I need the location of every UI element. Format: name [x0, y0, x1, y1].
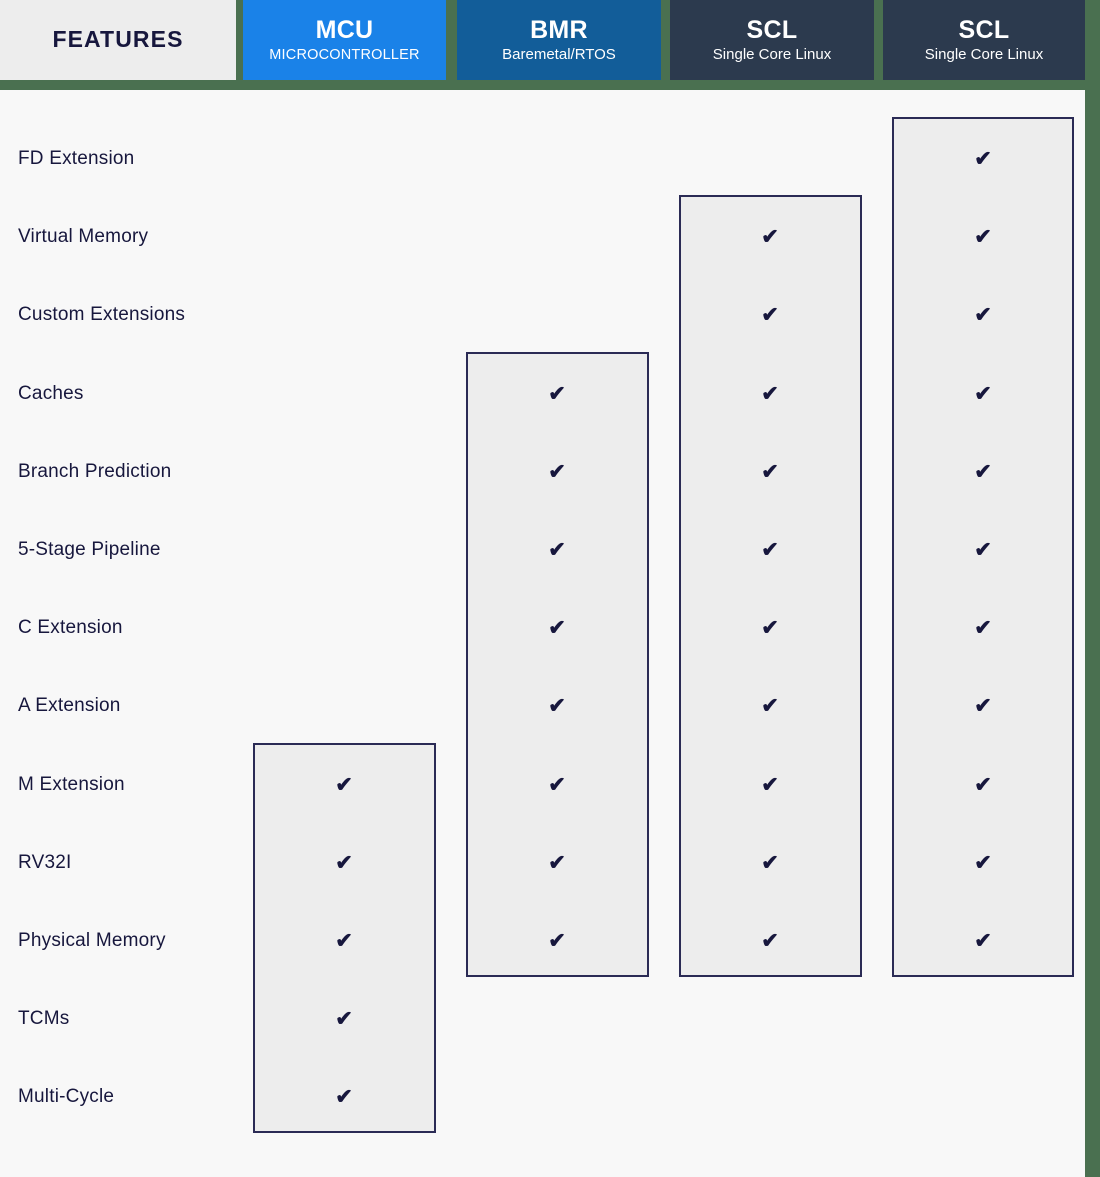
check-icon: ✔: [974, 538, 992, 562]
feature-label: FD Extension: [18, 148, 135, 169]
check-icon: ✔: [761, 929, 779, 953]
check-icon: ✔: [974, 382, 992, 406]
check-icon: ✔: [548, 382, 566, 406]
header-scl1-abbr: SCL: [746, 16, 798, 45]
check-icon: ✔: [974, 147, 992, 171]
check-icon: ✔: [335, 1007, 353, 1031]
check-icon: ✔: [761, 538, 779, 562]
header-bmr-subtitle: Baremetal/RTOS: [502, 46, 616, 64]
check-icon: ✔: [761, 382, 779, 406]
check-icon: ✔: [761, 773, 779, 797]
comparison-body: FD Extension Virtual Memory Custom Extensi…: [0, 90, 1085, 1177]
check-icon: ✔: [974, 225, 992, 249]
check-icon: ✔: [761, 303, 779, 327]
feature-label: Caches: [18, 382, 84, 404]
check-icon: ✔: [761, 460, 779, 484]
feature-label: Virtual Memory: [18, 226, 149, 248]
header-cell-bmr[interactable]: BMR Baremetal/RTOS: [457, 0, 661, 80]
header-mcu-subtitle: MICROCONTROLLER: [269, 47, 420, 64]
feature-label: C Extension: [18, 617, 123, 639]
comparison-table-page: FEATURES MCU MICROCONTROLLER BMR Baremet…: [0, 0, 1100, 1177]
header-cell-features: FEATURES: [0, 0, 236, 80]
check-icon: ✔: [974, 694, 992, 718]
check-icon: ✔: [335, 1085, 353, 1109]
header-scl2-abbr: SCL: [958, 16, 1010, 45]
header-mcu-abbr: MCU: [315, 16, 374, 45]
check-icon: ✔: [761, 694, 779, 718]
feature-label: TCMs: [18, 1008, 70, 1030]
check-icon: ✔: [974, 773, 992, 797]
header-bmr-abbr: BMR: [530, 16, 588, 45]
check-icon: ✔: [335, 929, 353, 953]
feature-label: 5-Stage Pipeline: [18, 539, 161, 560]
feature-label: M Extension: [18, 773, 125, 795]
check-icon: ✔: [548, 460, 566, 484]
feature-label: Custom Extensions: [18, 304, 186, 326]
feature-label: RV32I: [18, 851, 72, 873]
check-icon: ✔: [548, 773, 566, 797]
check-icon: ✔: [974, 616, 992, 640]
feature-label: A Extension: [18, 695, 121, 717]
check-icon: ✔: [548, 616, 566, 640]
check-icon: ✔: [548, 694, 566, 718]
capability-band-bmr: [466, 351, 649, 977]
features-title: FEATURES: [52, 26, 184, 53]
check-icon: ✔: [335, 773, 353, 797]
check-icon: ✔: [974, 929, 992, 953]
check-icon: ✔: [761, 616, 779, 640]
check-icon: ✔: [974, 303, 992, 327]
check-icon: ✔: [548, 851, 566, 875]
check-icon: ✔: [548, 538, 566, 562]
feature-label: Physical Memory: [18, 930, 166, 951]
table-header-row: FEATURES MCU MICROCONTROLLER BMR Baremet…: [0, 0, 1085, 80]
check-icon: ✔: [761, 225, 779, 249]
header-scl2-subtitle: Single Core Linux: [924, 46, 1044, 64]
check-icon: ✔: [548, 929, 566, 953]
check-icon: ✔: [974, 851, 992, 875]
header-scl1-subtitle: Single Core Linux: [712, 46, 832, 64]
header-cell-scl-2[interactable]: SCL Single Core Linux: [883, 0, 1085, 80]
check-icon: ✔: [974, 460, 992, 484]
header-cell-scl-1[interactable]: SCL Single Core Linux: [670, 0, 874, 80]
feature-label: Branch Prediction: [18, 460, 172, 482]
feature-label: Multi-Cycle: [18, 1086, 115, 1108]
check-icon: ✔: [761, 851, 779, 875]
check-icon: ✔: [335, 851, 353, 875]
header-cell-mcu[interactable]: MCU MICROCONTROLLER: [243, 0, 446, 80]
